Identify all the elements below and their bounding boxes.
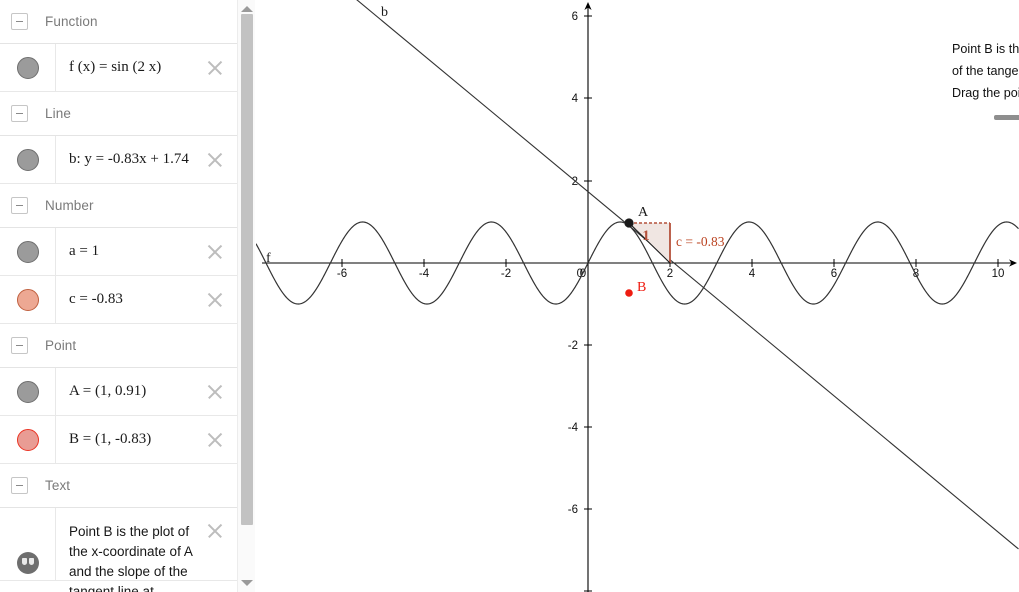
algebra-row-number-c[interactable]: c = -0.83 (0, 276, 237, 324)
minus-icon[interactable] (11, 105, 28, 122)
close-icon[interactable] (202, 518, 228, 544)
slider-track[interactable] (994, 115, 1019, 120)
marker-cell (0, 276, 56, 323)
close-icon[interactable] (202, 427, 228, 453)
minus-icon[interactable] (11, 13, 28, 30)
x-tick-label: 10 (992, 268, 1005, 280)
gray-dot[interactable] (16, 380, 39, 403)
y-tick-label: -4 (568, 422, 579, 434)
marker-cell (0, 44, 56, 91)
expression-text: b: y = -0.83x + 1.74 (69, 151, 189, 167)
group-header-point[interactable]: Point (0, 324, 237, 368)
sidebar-scrollbar[interactable] (237, 0, 255, 592)
annotation-line-1: Point B is the plot of the x-coordinate … (952, 42, 1019, 56)
red-dot[interactable] (16, 428, 39, 451)
slope-value-label: c = -0.83 (676, 234, 725, 249)
geogebra-app: Function f (x) = sin (2 x) Line b: y = -… (0, 0, 1019, 592)
x-tick-label: 6 (831, 268, 837, 280)
salmon-dot[interactable] (16, 288, 39, 311)
x-tick-label: -2 (501, 268, 511, 280)
marker-cell (0, 508, 56, 580)
minus-icon[interactable] (11, 477, 28, 494)
gray-dot[interactable] (16, 148, 39, 171)
y-tick-label: -6 (568, 504, 578, 516)
point-a-marker[interactable] (624, 218, 634, 228)
algebra-row-point-a[interactable]: A = (1, 0.91) (0, 368, 237, 416)
marker-cell (0, 136, 56, 183)
close-icon[interactable] (202, 239, 228, 265)
graphics-view[interactable]: -6 -4 -2 0 2 4 6 8 10 6 4 2 0 -2 -4 -6 1… (256, 0, 1019, 592)
expression-text: c = -0.83 (69, 291, 123, 307)
x-axis-tick-labels: -6 -4 -2 0 2 4 6 8 10 (337, 268, 1005, 280)
x-tick-label: -4 (419, 268, 430, 280)
close-icon[interactable] (202, 287, 228, 313)
algebra-row-number-a[interactable]: a = 1 (0, 228, 237, 276)
point-b-label: B (637, 280, 646, 295)
group-header-text[interactable]: Text (0, 464, 237, 508)
group-title: Text (45, 478, 71, 493)
line-label-b: b (381, 5, 388, 20)
function-label-f: f (266, 251, 271, 266)
algebra-row-line[interactable]: b: y = -0.83x + 1.74 (0, 136, 237, 184)
y-tick-label: 4 (572, 93, 579, 105)
group-title: Number (45, 198, 94, 213)
tangent-line-b[interactable] (256, 0, 1019, 550)
close-icon[interactable] (202, 379, 228, 405)
group-title: Line (45, 106, 71, 121)
point-b-marker[interactable] (625, 289, 633, 297)
slider-a[interactable]: a = 1 (994, 94, 1019, 120)
scroll-down-arrow[interactable] (241, 577, 253, 589)
x-tick-label: -6 (337, 268, 347, 280)
quote-icon[interactable] (16, 552, 39, 574)
group-header-line[interactable]: Line (0, 92, 237, 136)
gray-dot[interactable] (16, 240, 39, 263)
group-header-number[interactable]: Number (0, 184, 237, 228)
expression-text: f (x) = sin (2 x) (69, 59, 162, 75)
close-icon[interactable] (202, 147, 228, 173)
triangle-run-label: 1 (642, 228, 650, 244)
marker-cell (0, 368, 56, 415)
gray-dot[interactable] (16, 56, 39, 79)
group-title: Point (45, 338, 77, 353)
expression-text: B = (1, -0.83) (69, 431, 152, 447)
group-title: Function (45, 14, 98, 29)
algebra-view-sidebar: Function f (x) = sin (2 x) Line b: y = -… (0, 0, 237, 592)
point-a-label: A (638, 205, 649, 220)
algebra-row-point-b[interactable]: B = (1, -0.83) (0, 416, 237, 464)
y-tick-label: 6 (572, 11, 578, 23)
close-icon[interactable] (202, 55, 228, 81)
algebra-row-function[interactable]: f (x) = sin (2 x) (0, 44, 237, 92)
graph-canvas[interactable]: -6 -4 -2 0 2 4 6 8 10 6 4 2 0 -2 -4 -6 1… (256, 0, 1019, 592)
expression-text: A = (1, 0.91) (69, 383, 147, 399)
expression-text: a = 1 (69, 243, 100, 259)
algebra-row-text[interactable]: Point B is the plot of the x-coordinate … (0, 508, 237, 592)
scrollbar-thumb[interactable] (241, 14, 253, 525)
annotation-line-2: of the tangent line at A. (952, 64, 1019, 78)
minus-icon[interactable] (11, 337, 28, 354)
slider-label: a = 1 (994, 94, 1019, 108)
minus-icon[interactable] (11, 197, 28, 214)
marker-cell (0, 228, 56, 275)
x-tick-label: 2 (667, 268, 673, 280)
x-tick-label: 4 (749, 268, 756, 280)
marker-cell (0, 416, 56, 463)
group-header-function[interactable]: Function (0, 0, 237, 44)
y-tick-label: -2 (568, 340, 578, 352)
